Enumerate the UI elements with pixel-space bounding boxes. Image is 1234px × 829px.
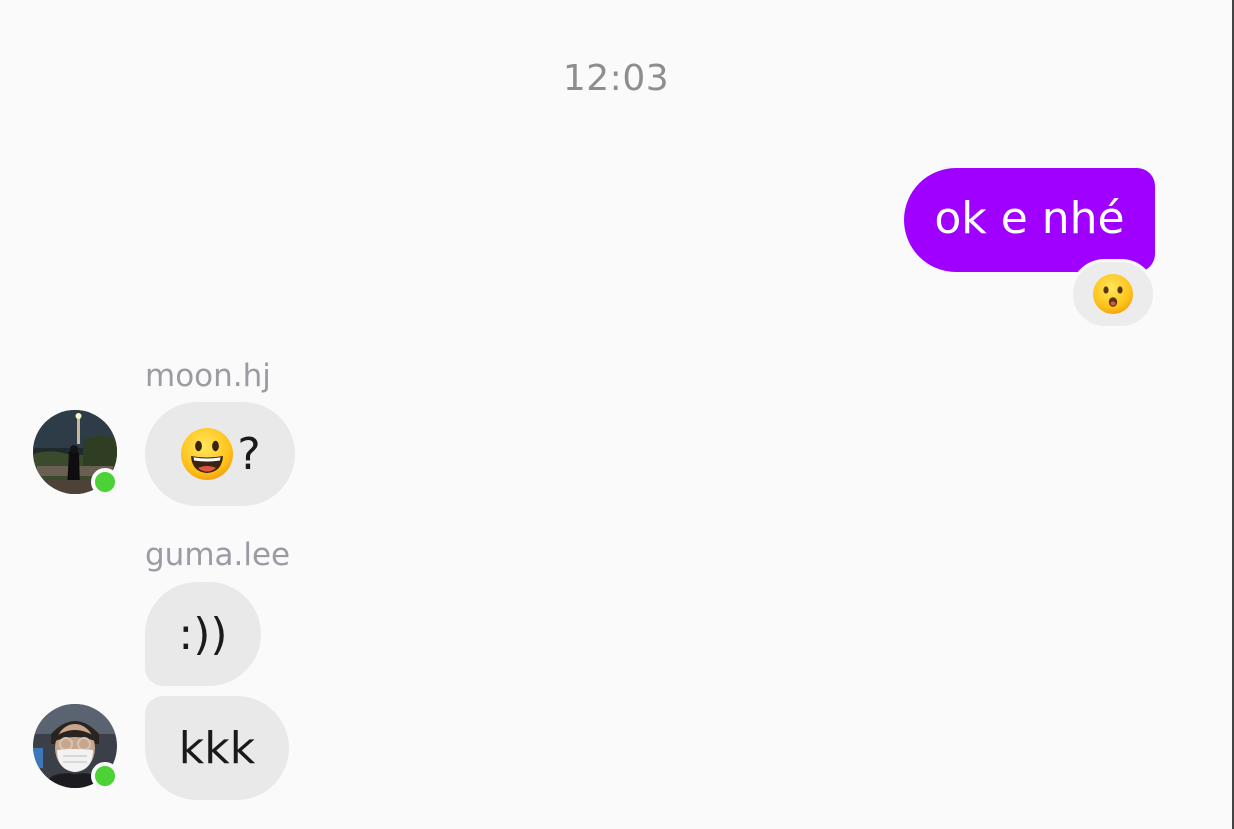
avatar-guma-lee[interactable] — [33, 704, 119, 790]
message-timestamp: 12:03 — [562, 58, 670, 99]
chat-thread: 12:03 ok e nhé moon.hj ? guma.lee:)) kk… — [0, 0, 1234, 829]
message-text: :)) — [178, 608, 228, 660]
message-text: kkk — [178, 722, 256, 774]
message-text: ok e nhé — [934, 192, 1125, 244]
incoming-message-bubble[interactable]: :)) — [145, 582, 261, 686]
incoming-message-bubble[interactable]: ? — [145, 402, 295, 506]
sender-name[interactable]: guma.lee — [145, 537, 290, 573]
avatar-moon-hj[interactable] — [33, 410, 119, 496]
outgoing-message-bubble[interactable]: ok e nhé — [904, 168, 1155, 272]
message-text: ? — [237, 428, 261, 480]
sender-name[interactable]: moon.hj — [145, 358, 271, 394]
incoming-message-bubble[interactable]: kkk — [145, 696, 289, 800]
hushed-face-icon — [1093, 274, 1133, 314]
online-status-dot — [91, 762, 119, 790]
message-reaction[interactable] — [1070, 259, 1156, 329]
grinning-face-icon — [181, 428, 234, 480]
online-status-dot — [91, 468, 119, 496]
